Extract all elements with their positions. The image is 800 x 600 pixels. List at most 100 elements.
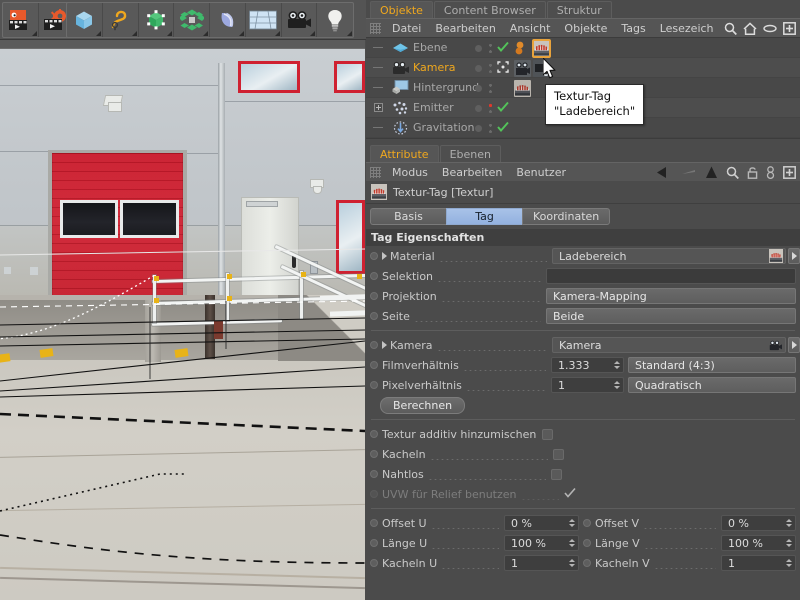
chevron-right-icon[interactable] <box>382 341 387 349</box>
animate-bullet[interactable] <box>583 519 591 527</box>
visibility-dots[interactable] <box>475 118 492 138</box>
textur-additiv-checkbox[interactable] <box>542 428 554 440</box>
projektion-dropdown[interactable]: Kamera-Mapping <box>546 288 796 304</box>
filmverhaeltnis-dropdown[interactable]: Standard (4:3) <box>628 357 796 373</box>
filmverhaeltnis-input[interactable]: 1.333 <box>551 357 624 373</box>
back-arrow-icon[interactable] <box>657 166 673 179</box>
camera-tag-icon[interactable] <box>514 60 531 77</box>
spinner-icon[interactable] <box>567 555 576 571</box>
animate-bullet[interactable] <box>370 272 378 280</box>
animate-bullet[interactable] <box>370 490 378 498</box>
offset-u-input[interactable]: 0 % <box>504 515 579 531</box>
deformer-button[interactable] <box>210 3 246 37</box>
visibility-dots[interactable] <box>475 78 492 98</box>
animate-bullet[interactable] <box>370 361 378 369</box>
nahtlos-checkbox[interactable] <box>550 468 562 480</box>
up-arrow-icon[interactable] <box>705 166 718 179</box>
animate-bullet[interactable] <box>370 292 378 300</box>
kacheln-checkbox[interactable] <box>552 448 564 460</box>
menu-ansicht[interactable]: Ansicht <box>503 19 558 38</box>
plus-box-icon[interactable] <box>783 166 796 179</box>
tab-struktur[interactable]: Struktur <box>546 1 612 18</box>
spinner-icon[interactable] <box>784 515 793 531</box>
visibility-dots[interactable] <box>475 38 492 58</box>
light-button[interactable] <box>317 3 353 37</box>
animate-bullet[interactable] <box>370 252 378 260</box>
tab-tag[interactable]: Tag <box>446 207 522 225</box>
table-row[interactable]: Ebene <box>366 38 800 58</box>
berechnen-button[interactable]: Berechnen <box>380 396 466 414</box>
tab-attribute[interactable]: Attribute <box>370 145 439 162</box>
texture-tag-icon[interactable] <box>532 39 551 58</box>
material-dropdown-button[interactable] <box>788 248 800 264</box>
viewport-panel[interactable] <box>0 40 365 600</box>
seite-dropdown[interactable]: Beide <box>546 308 796 324</box>
spinner-icon[interactable] <box>612 357 621 373</box>
kacheln-v-input[interactable]: 1 <box>721 555 796 571</box>
animate-bullet[interactable] <box>370 381 378 389</box>
visibility-toggle[interactable] <box>489 102 492 114</box>
menu-lesezeichen[interactable]: Lesezeich <box>653 19 721 38</box>
spinner-icon[interactable] <box>567 535 576 551</box>
search-icon[interactable] <box>726 166 739 179</box>
menu-bearbeiten[interactable]: Bearbeiten <box>435 163 509 182</box>
enable-dot[interactable] <box>475 124 482 132</box>
menu-datei[interactable]: Datei <box>385 19 428 38</box>
animate-bullet[interactable] <box>370 430 378 438</box>
laenge-v-input[interactable]: 100 % <box>721 535 796 551</box>
enable-dot[interactable] <box>475 84 482 92</box>
animate-bullet[interactable] <box>583 539 591 547</box>
material-orange-icon[interactable] <box>514 40 531 57</box>
nurbs-button[interactable] <box>139 3 175 37</box>
tab-content-browser[interactable]: Content Browser <box>433 1 546 18</box>
plus-box-icon[interactable] <box>783 22 796 35</box>
search-icon[interactable] <box>724 22 737 35</box>
visibility-toggle[interactable] <box>489 122 492 134</box>
menu-bearbeiten[interactable]: Bearbeiten <box>428 19 502 38</box>
spinner-icon[interactable] <box>784 535 793 551</box>
animate-bullet[interactable] <box>370 539 378 547</box>
enable-dot[interactable] <box>475 44 482 52</box>
visibility-toggle[interactable] <box>489 62 492 74</box>
floor-button[interactable] <box>246 3 282 37</box>
pixelverhaeltnis-dropdown[interactable]: Quadratisch <box>628 377 796 393</box>
drag-grip-icon[interactable] <box>370 22 381 34</box>
selektion-field[interactable] <box>546 268 796 284</box>
spinner-icon[interactable] <box>784 555 793 571</box>
chevron-right-icon[interactable] <box>382 252 387 260</box>
cube-button[interactable] <box>67 3 103 37</box>
offset-v-input[interactable]: 0 % <box>721 515 796 531</box>
lock-icon[interactable] <box>747 166 758 179</box>
animate-bullet[interactable] <box>370 519 378 527</box>
eye-icon[interactable] <box>763 24 777 33</box>
animate-bullet[interactable] <box>370 470 378 478</box>
tree-expander[interactable] <box>366 103 390 112</box>
visibility-toggle[interactable] <box>489 42 492 54</box>
camera-button[interactable] <box>282 3 318 37</box>
link-icon[interactable] <box>766 166 775 179</box>
table-row[interactable]: Kamera <box>366 58 800 78</box>
spinner-icon[interactable] <box>567 515 576 531</box>
kamera-dropdown-button[interactable] <box>788 337 800 353</box>
render-view-button[interactable] <box>3 3 39 37</box>
tab-koordinaten[interactable]: Koordinaten <box>522 207 611 225</box>
animate-bullet[interactable] <box>370 341 378 349</box>
menu-tags[interactable]: Tags <box>614 19 652 38</box>
tab-objekte[interactable]: Objekte <box>370 1 433 18</box>
enable-dot[interactable] <box>475 64 482 72</box>
menu-benutzer[interactable]: Benutzer <box>509 163 573 182</box>
visibility-dots[interactable] <box>475 58 492 78</box>
menu-modus[interactable]: Modus <box>385 163 435 182</box>
forward-arrow-icon[interactable] <box>681 166 697 179</box>
uvw-relief-checkbox[interactable] <box>563 487 576 502</box>
texture-tag-icon[interactable] <box>514 80 531 97</box>
enable-dot[interactable] <box>475 104 482 112</box>
pixelverhaeltnis-input[interactable]: 1 <box>551 377 624 393</box>
animate-bullet[interactable] <box>583 559 591 567</box>
material-link-field[interactable]: Ladebereich <box>552 248 786 264</box>
spinner-icon[interactable] <box>612 377 621 393</box>
drag-grip-icon[interactable] <box>370 166 381 178</box>
array-button[interactable] <box>174 3 210 37</box>
visibility-dots[interactable] <box>475 98 492 118</box>
kamera-link-field[interactable]: Kamera <box>552 337 786 353</box>
